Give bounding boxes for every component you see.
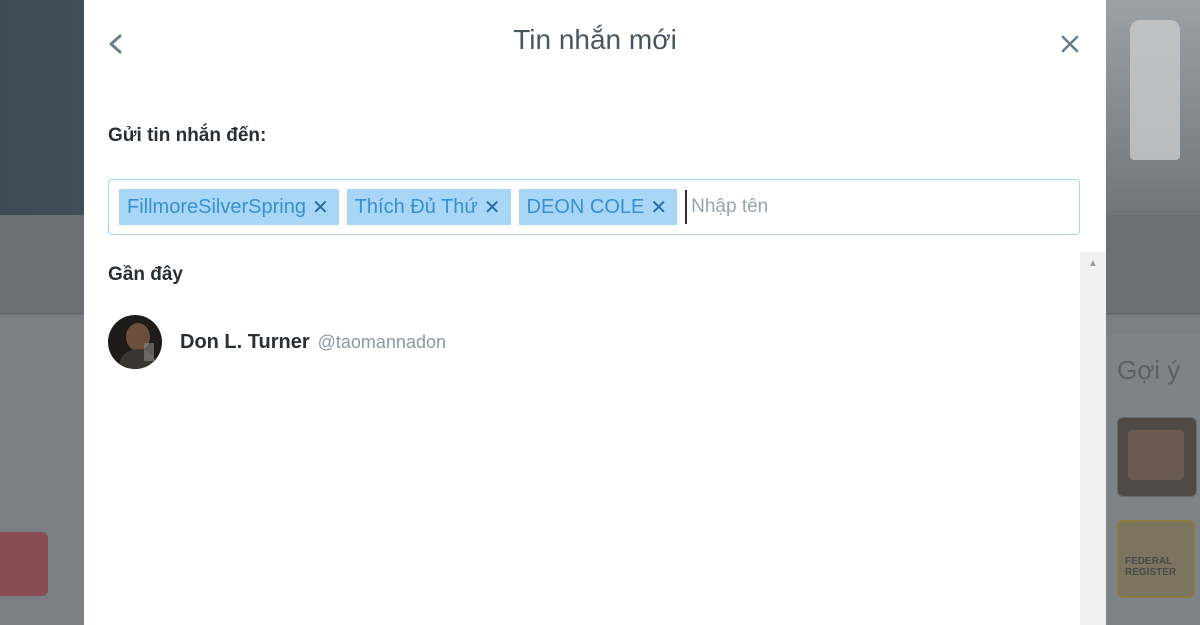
user-display-name: Don L. Turner bbox=[180, 330, 310, 353]
modal-header: Tin nhắn mới bbox=[84, 0, 1106, 90]
background-button bbox=[0, 532, 48, 596]
recipient-field[interactable]: FillmoreSilverSpring ✕ Thích Đủ Thứ ✕ DE… bbox=[108, 179, 1080, 235]
remove-recipient-icon[interactable]: ✕ bbox=[312, 195, 329, 220]
name-search-input[interactable] bbox=[685, 190, 1012, 224]
recent-label: Gần đây bbox=[108, 264, 183, 285]
remove-recipient-icon[interactable]: ✕ bbox=[484, 195, 501, 220]
recipient-chip: Thích Đủ Thứ ✕ bbox=[346, 189, 511, 225]
background-suggestions-heading: Gợi ý bbox=[1117, 355, 1181, 385]
scroll-up-arrow-icon[interactable]: ▲ bbox=[1080, 258, 1106, 269]
close-button[interactable] bbox=[1059, 28, 1087, 60]
background-suggestion-thumbnail: FEDERAL REGISTER bbox=[1117, 520, 1195, 598]
recipient-chip-label: Thích Đủ Thứ bbox=[354, 195, 478, 218]
recent-user-item[interactable]: Don L. Turner @taomannadon bbox=[108, 314, 1068, 370]
recipient-chip-label: FillmoreSilverSpring bbox=[127, 195, 306, 218]
recipient-chip: FillmoreSilverSpring ✕ bbox=[119, 189, 339, 225]
background-suggestion-thumbnail bbox=[1117, 417, 1197, 497]
new-message-modal: Tin nhắn mới Gửi tin nhắn đến: FillmoreS… bbox=[84, 0, 1106, 625]
avatar bbox=[108, 315, 162, 369]
recipient-chip: DEON COLE ✕ bbox=[518, 189, 678, 225]
user-handle: @taomannadon bbox=[317, 331, 446, 352]
send-to-label: Gửi tin nhắn đến: bbox=[108, 125, 267, 146]
background-thumbnail-text: FEDERAL REGISTER bbox=[1125, 556, 1177, 578]
recipient-chip-label: DEON COLE bbox=[526, 195, 645, 218]
scrollbar[interactable]: ▲ bbox=[1080, 252, 1106, 625]
background-figure-image bbox=[1130, 20, 1180, 160]
close-icon bbox=[1061, 35, 1079, 53]
modal-title: Tin nhắn mới bbox=[513, 24, 677, 55]
remove-recipient-icon[interactable]: ✕ bbox=[650, 195, 667, 220]
